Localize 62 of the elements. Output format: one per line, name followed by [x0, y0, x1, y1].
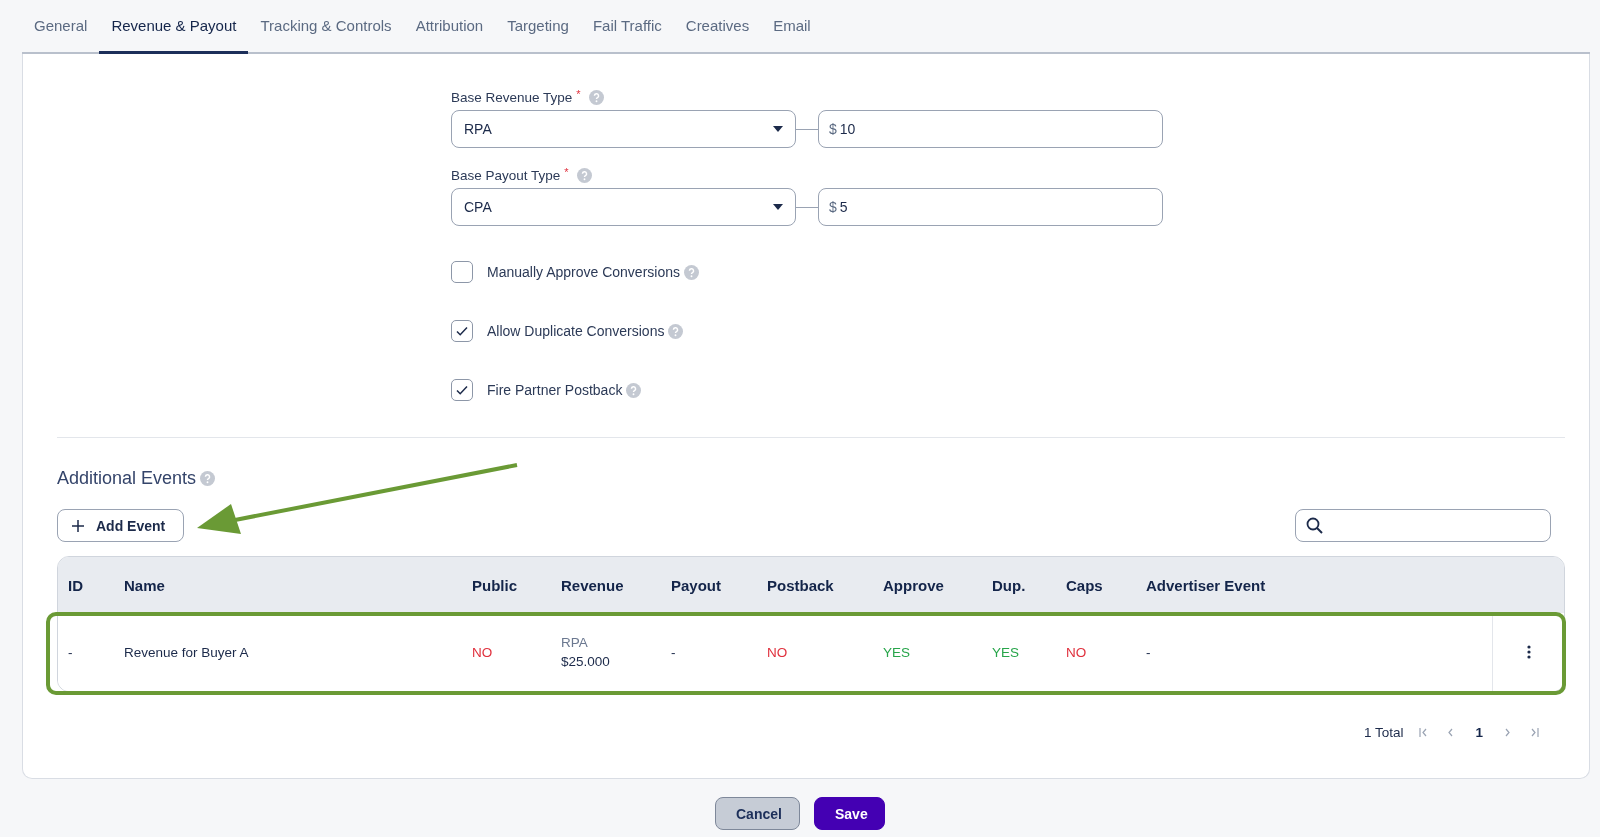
total-count: 1 Total — [1363, 725, 1404, 740]
add-event-button[interactable]: Add Event — [57, 509, 185, 542]
search-icon — [1306, 517, 1323, 534]
table-cell-text: NO — [472, 644, 494, 660]
help-icon[interactable] — [588, 89, 604, 105]
tab[interactable]: General — [22, 0, 100, 54]
field-label: Base Revenue Type — [451, 89, 573, 105]
column-header: Advertiser Event — [1146, 576, 1267, 594]
table-cell-text: YES — [883, 644, 911, 660]
search-field[interactable] — [1295, 509, 1551, 542]
table-cell-text: - — [671, 644, 677, 660]
table-cell-text: RPA — [561, 635, 589, 650]
tab[interactable]: Attribution — [403, 0, 496, 54]
help-icon[interactable] — [668, 323, 684, 339]
checkbox-label: Allow Duplicate Conversions — [487, 323, 665, 339]
section-title: Additional Events — [57, 468, 197, 489]
required-mark: * — [564, 166, 569, 178]
tab[interactable]: Fail Traffic — [580, 0, 674, 54]
help-icon[interactable] — [684, 264, 699, 280]
table-cell-text: YES — [992, 644, 1020, 660]
cancel-button[interactable]: Cancel — [715, 797, 800, 830]
table-cell-text: Revenue for Buyer A — [124, 644, 250, 660]
table-cell-text: $25.000 — [561, 654, 611, 669]
plus-icon — [72, 519, 84, 532]
tab[interactable]: Email — [761, 0, 823, 54]
save-button[interactable]: Save — [814, 797, 885, 830]
caret-icon — [773, 126, 783, 132]
amount-field[interactable]: $ 5 — [818, 188, 1163, 226]
column-header: Postback — [767, 576, 835, 594]
table-cell-text: NO — [767, 644, 789, 660]
amount-field[interactable]: $ 10 — [818, 110, 1163, 148]
help-icon[interactable] — [576, 167, 592, 183]
checkbox-label: Manually Approve Conversions — [487, 264, 680, 280]
column-header: Revenue — [561, 576, 625, 594]
select-field[interactable]: RPA — [451, 110, 796, 148]
column-header: Approve — [883, 576, 945, 594]
column-header: Public — [472, 576, 518, 594]
checkbox[interactable] — [451, 320, 473, 342]
table-cell-text: - — [68, 644, 74, 660]
check-icon — [455, 324, 469, 338]
tab[interactable]: Targeting — [495, 0, 581, 54]
help-icon[interactable] — [626, 382, 642, 398]
field-label: Base Payout Type — [451, 167, 561, 183]
table-cell-text: - — [1146, 644, 1152, 660]
column-header: ID — [68, 576, 84, 594]
checkbox[interactable] — [451, 261, 473, 283]
tab[interactable]: Tracking & Controls — [248, 0, 404, 54]
select-field[interactable]: CPA — [451, 188, 796, 226]
column-header: Name — [124, 576, 166, 594]
caret-icon — [773, 204, 783, 210]
checkbox-label: Fire Partner Postback — [487, 382, 623, 398]
table-cell-text: NO — [1066, 644, 1088, 660]
column-header: Caps — [1066, 576, 1104, 594]
column-header: Dup. — [992, 576, 1027, 594]
tab[interactable]: Creatives — [673, 0, 762, 54]
check-icon — [455, 383, 469, 397]
checkbox[interactable] — [451, 379, 473, 401]
page-button[interactable]: 1 — [1471, 725, 1487, 740]
more-icon — [1526, 645, 1531, 659]
help-icon[interactable] — [200, 471, 216, 486]
column-header: Payout — [671, 576, 722, 594]
required-mark: * — [576, 88, 581, 100]
